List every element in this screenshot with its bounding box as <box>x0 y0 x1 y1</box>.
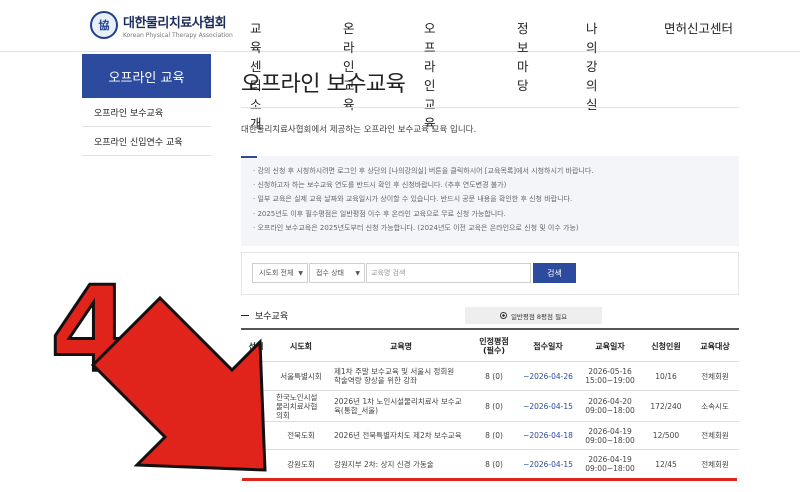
red-arrow-icon <box>90 295 267 472</box>
